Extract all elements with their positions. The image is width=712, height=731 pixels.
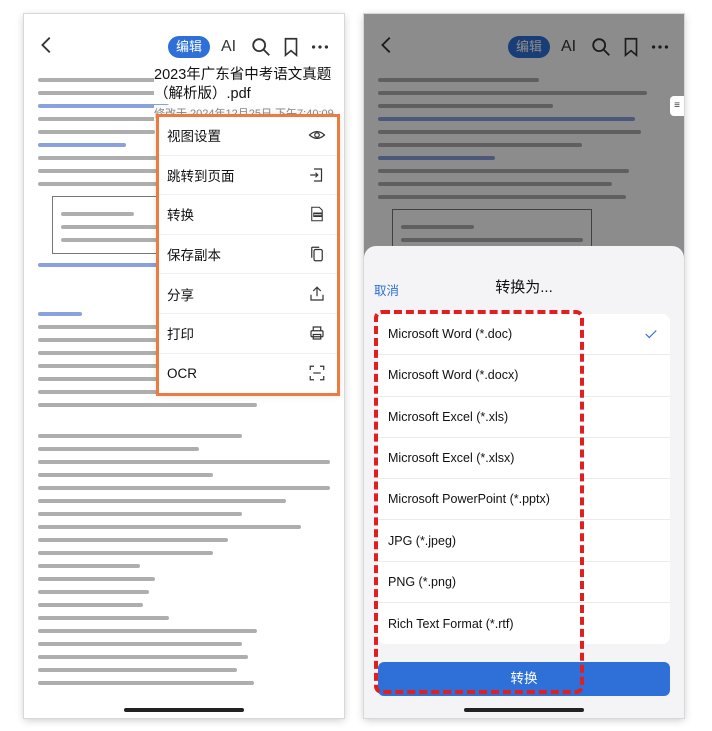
format-option-label: Microsoft Excel (*.xls) (388, 409, 509, 424)
menu-item-print[interactable]: 打印 (158, 314, 338, 354)
menu-item-label: OCR (167, 365, 197, 381)
format-option-label: Microsoft Word (*.doc) (388, 327, 513, 342)
menu-item-save-copy[interactable]: 保存副本 (158, 235, 338, 275)
format-option-label: Rich Text Format (*.rtf) (388, 616, 514, 631)
format-option-docx[interactable]: Microsoft Word (*.docx) (378, 355, 670, 397)
format-option-xlsx[interactable]: Microsoft Excel (*.xlsx) (378, 438, 670, 480)
check-icon (645, 330, 657, 339)
convert-pdf-icon (311, 207, 323, 222)
menu-item-label: 打印 (167, 327, 194, 343)
chevron-left-icon[interactable] (36, 34, 58, 56)
format-option-label: Microsoft Word (*.docx) (388, 368, 519, 383)
menu-item-ocr[interactable]: OCR (158, 354, 338, 394)
sheet-title: 转换为... (495, 279, 553, 296)
bookmark-icon[interactable] (280, 36, 302, 58)
side-menu-handle[interactable]: ≡ (670, 96, 684, 116)
eye-icon (308, 131, 326, 140)
menu-item-label: 保存副本 (167, 248, 221, 264)
menu-item-convert[interactable]: 转换 (158, 195, 338, 235)
top-toolbar: 编辑 AI (24, 14, 344, 74)
convert-button[interactable]: 转换 (378, 662, 670, 696)
home-indicator (464, 708, 584, 712)
menu-item-view-settings[interactable]: 视图设置 (158, 116, 338, 156)
search-icon[interactable] (250, 36, 272, 58)
menu-item-label: 转换 (167, 208, 194, 224)
menu-item-label: 视图设置 (167, 129, 221, 145)
menu-item-share[interactable]: 分享 (158, 274, 338, 314)
format-option-jpeg[interactable]: JPG (*.jpeg) (378, 520, 670, 562)
menu-item-jump-to-page[interactable]: 跳转到页面 (158, 156, 338, 196)
print-icon (310, 326, 324, 340)
ai-button[interactable]: AI (221, 36, 236, 58)
copy-icon (311, 246, 323, 262)
format-option-xls[interactable]: Microsoft Excel (*.xls) (378, 397, 670, 438)
edit-button[interactable]: 编辑 (168, 36, 210, 58)
format-option-list: Microsoft Word (*.doc) Microsoft Word (*… (378, 314, 670, 645)
share-icon (310, 286, 324, 301)
format-option-label: Microsoft Excel (*.xlsx) (388, 451, 515, 466)
menu-item-label: 跳转到页面 (167, 168, 235, 184)
format-option-doc[interactable]: Microsoft Word (*.doc) (378, 314, 670, 356)
format-option-pptx[interactable]: Microsoft PowerPoint (*.pptx) (378, 479, 670, 521)
right-phone-screen: 编辑 AI ≡ 取消 转换为... Microsoft Word (*.doc)… (364, 14, 684, 718)
convert-sheet: 取消 转换为... Microsoft Word (*.doc) Microso… (364, 246, 684, 718)
format-option-label: JPG (*.jpeg) (388, 533, 457, 548)
file-title: 2023年广东省中考语文真题（解析版）.pdf (154, 66, 340, 104)
jump-page-icon (310, 168, 323, 182)
file-menu: 视图设置 跳转到页面 转换 保存副本 分享 打印 OCR (156, 114, 340, 396)
menu-item-label: 分享 (167, 287, 194, 303)
format-option-label: Microsoft PowerPoint (*.pptx) (388, 492, 550, 507)
format-option-png[interactable]: PNG (*.png) (378, 562, 670, 604)
ocr-scan-icon (309, 366, 325, 381)
more-icon[interactable] (309, 36, 331, 58)
home-indicator (124, 708, 244, 712)
left-phone-screen: 编辑 AI 2023年广东省中考语文真题（解析版）.pdf 修改于 2024年1… (24, 14, 344, 718)
format-option-label: PNG (*.png) (388, 574, 457, 589)
format-option-rtf[interactable]: Rich Text Format (*.rtf) (378, 603, 670, 644)
